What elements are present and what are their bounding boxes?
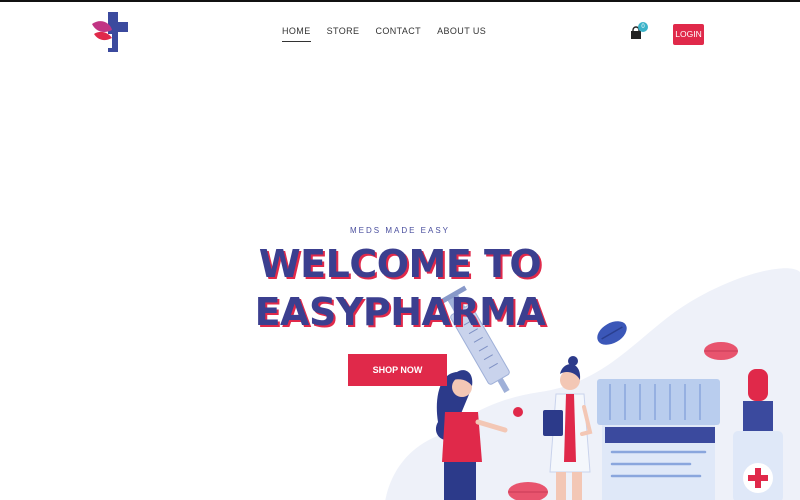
hero-title-line-1: WELCOME TO bbox=[258, 242, 542, 286]
hero-tagline: MEDS MADE EASY bbox=[349, 226, 450, 235]
hero-title: WELCOME TO EASYPHARMA bbox=[200, 240, 600, 336]
nav-contact[interactable]: CONTACT bbox=[375, 26, 421, 42]
shop-now-button[interactable]: SHOP NOW bbox=[348, 354, 447, 386]
hero-title-line-2: EASYPHARMA bbox=[254, 290, 546, 334]
medical-cross-leaf-logo[interactable] bbox=[90, 10, 132, 54]
nav-home[interactable]: HOME bbox=[282, 26, 311, 42]
page: HOME STORE CONTACT ABOUT US 0 LOGIN MEDS… bbox=[0, 0, 800, 500]
main-nav: HOME STORE CONTACT ABOUT US bbox=[282, 26, 486, 42]
nav-store[interactable]: STORE bbox=[327, 26, 360, 42]
navbar: HOME STORE CONTACT ABOUT US 0 LOGIN bbox=[0, 2, 800, 62]
login-button[interactable]: LOGIN bbox=[673, 24, 704, 45]
cart-count-badge: 0 bbox=[638, 22, 648, 32]
nav-about-us[interactable]: ABOUT US bbox=[437, 26, 486, 42]
